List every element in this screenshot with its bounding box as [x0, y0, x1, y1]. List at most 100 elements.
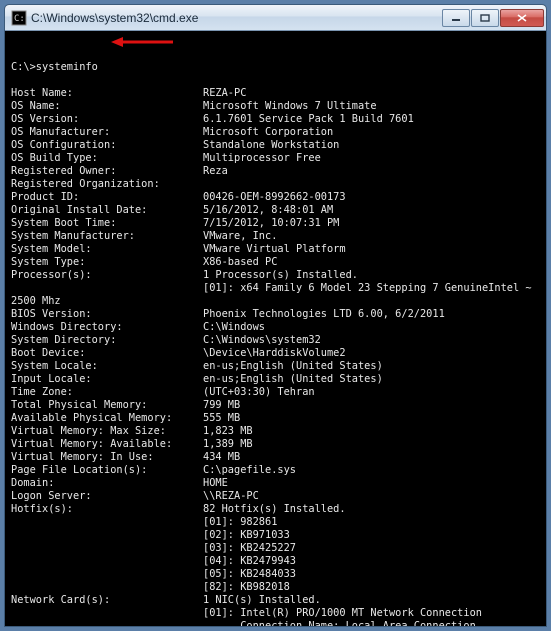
info-row: Registered Owner:Reza: [11, 165, 540, 178]
info-label: Product ID:: [11, 191, 203, 204]
processor-detail: [01]: x64 Family 6 Model 23 Stepping 7 G…: [11, 282, 540, 295]
info-row: Virtual Memory: Max Size:1,823 MB: [11, 425, 540, 438]
info-label: Virtual Memory: In Use:: [11, 451, 203, 464]
info-label: OS Build Type:: [11, 152, 203, 165]
info-label: Processor(s):: [11, 269, 203, 282]
info-label: Page File Location(s):: [11, 464, 203, 477]
close-button[interactable]: [500, 9, 544, 27]
info-row: System Manufacturer:VMware, Inc.: [11, 230, 540, 243]
info-value: C:\pagefile.sys: [203, 464, 540, 477]
detail-line: [03]: KB2425227: [11, 542, 540, 555]
info-label: Virtual Memory: Available:: [11, 438, 203, 451]
info-row: Page File Location(s):C:\pagefile.sys: [11, 464, 540, 477]
info-row: Virtual Memory: In Use:434 MB: [11, 451, 540, 464]
info-value: X86-based PC: [203, 256, 540, 269]
info-value: Microsoft Corporation: [203, 126, 540, 139]
info-value: 1,389 MB: [203, 438, 540, 451]
info-value: Microsoft Windows 7 Ultimate: [203, 100, 540, 113]
info-row: System Type:X86-based PC: [11, 256, 540, 269]
info-row: Product ID:00426-OEM-8992662-00173: [11, 191, 540, 204]
info-label: BIOS Version:: [11, 308, 203, 321]
info-value: 6.1.7601 Service Pack 1 Build 7601: [203, 113, 540, 126]
info-row: Input Locale:en-us;English (United State…: [11, 373, 540, 386]
processor-wrap: 2500 Mhz: [11, 295, 61, 307]
info-value: C:\Windows\system32: [203, 334, 540, 347]
detail-line: Connection Name: Local Area Connection: [11, 620, 540, 626]
info-value: (UTC+03:30) Tehran: [203, 386, 540, 399]
info-row: Host Name:REZA-PC: [11, 87, 540, 100]
detail-line: [01]: 982861: [11, 516, 540, 529]
detail-line: [05]: KB2484033: [11, 568, 540, 581]
info-value: 00426-OEM-8992662-00173: [203, 191, 540, 204]
info-row: System Model:VMware Virtual Platform: [11, 243, 540, 256]
info-label: Domain:: [11, 477, 203, 490]
info-value: VMware Virtual Platform: [203, 243, 540, 256]
info-row: Time Zone:(UTC+03:30) Tehran: [11, 386, 540, 399]
info-row: Processor(s):1 Processor(s) Installed.: [11, 269, 540, 282]
info-label: System Boot Time:: [11, 217, 203, 230]
info-label: Available Physical Memory:: [11, 412, 203, 425]
maximize-button[interactable]: [471, 9, 499, 27]
terminal-output[interactable]: C:\>systeminfo Host Name:REZA-PCOS Name:…: [5, 31, 546, 626]
info-value: Reza: [203, 165, 540, 178]
info-value: 1,823 MB: [203, 425, 540, 438]
info-label: Total Physical Memory:: [11, 399, 203, 412]
info-label: Input Locale:: [11, 373, 203, 386]
info-row: Total Physical Memory:799 MB: [11, 399, 540, 412]
info-row: Available Physical Memory:555 MB: [11, 412, 540, 425]
info-value: C:\Windows: [203, 321, 540, 334]
cmd-icon: C:: [11, 10, 27, 26]
info-label: Windows Directory:: [11, 321, 203, 334]
info-row: OS Manufacturer:Microsoft Corporation: [11, 126, 540, 139]
info-label: System Type:: [11, 256, 203, 269]
info-label: Registered Owner:: [11, 165, 203, 178]
info-label: Virtual Memory: Max Size:: [11, 425, 203, 438]
info-row: Windows Directory:C:\Windows: [11, 321, 540, 334]
info-label: OS Name:: [11, 100, 203, 113]
info-row: BIOS Version:Phoenix Technologies LTD 6.…: [11, 308, 540, 321]
info-label: System Locale:: [11, 360, 203, 373]
minimize-button[interactable]: [442, 9, 470, 27]
info-value: [203, 178, 540, 191]
info-label: Hotfix(s):: [11, 503, 203, 516]
info-label: Host Name:: [11, 87, 203, 100]
info-label: Logon Server:: [11, 490, 203, 503]
info-value: en-us;English (United States): [203, 360, 540, 373]
info-row: Hotfix(s):82 Hotfix(s) Installed.: [11, 503, 540, 516]
detail-line: [02]: KB971033: [11, 529, 540, 542]
window-buttons: [441, 9, 544, 27]
info-value: 7/15/2012, 10:07:31 PM: [203, 217, 540, 230]
info-value: HOME: [203, 477, 540, 490]
info-label: Original Install Date:: [11, 204, 203, 217]
info-value: 5/16/2012, 8:48:01 AM: [203, 204, 540, 217]
info-label: Boot Device:: [11, 347, 203, 360]
window-title: C:\Windows\system32\cmd.exe: [31, 11, 441, 25]
info-label: Time Zone:: [11, 386, 203, 399]
info-value: 1 NIC(s) Installed.: [203, 594, 540, 607]
info-value: REZA-PC: [203, 87, 540, 100]
info-label: System Manufacturer:: [11, 230, 203, 243]
info-label: System Model:: [11, 243, 203, 256]
info-value: \Device\HarddiskVolume2: [203, 347, 540, 360]
info-value: Multiprocessor Free: [203, 152, 540, 165]
info-value: 1 Processor(s) Installed.: [203, 269, 540, 282]
info-value: en-us;English (United States): [203, 373, 540, 386]
info-row: System Locale:en-us;English (United Stat…: [11, 360, 540, 373]
info-label: OS Manufacturer:: [11, 126, 203, 139]
info-value: 555 MB: [203, 412, 540, 425]
info-row: Domain:HOME: [11, 477, 540, 490]
titlebar[interactable]: C: C:\Windows\system32\cmd.exe: [5, 5, 546, 31]
info-value: 434 MB: [203, 451, 540, 464]
detail-line: [82]: KB982018: [11, 581, 540, 594]
command-line: C:\>systeminfo: [11, 61, 98, 73]
info-value: VMware, Inc.: [203, 230, 540, 243]
detail-line: [01]: Intel(R) PRO/1000 MT Network Conne…: [11, 607, 540, 620]
info-row: Original Install Date:5/16/2012, 8:48:01…: [11, 204, 540, 217]
svg-text:C:: C:: [14, 14, 25, 24]
info-row: System Directory:C:\Windows\system32: [11, 334, 540, 347]
info-row: Logon Server:\\REZA-PC: [11, 490, 540, 503]
info-row: OS Build Type:Multiprocessor Free: [11, 152, 540, 165]
info-row: OS Name:Microsoft Windows 7 Ultimate: [11, 100, 540, 113]
info-value: 82 Hotfix(s) Installed.: [203, 503, 540, 516]
info-row: Virtual Memory: Available:1,389 MB: [11, 438, 540, 451]
